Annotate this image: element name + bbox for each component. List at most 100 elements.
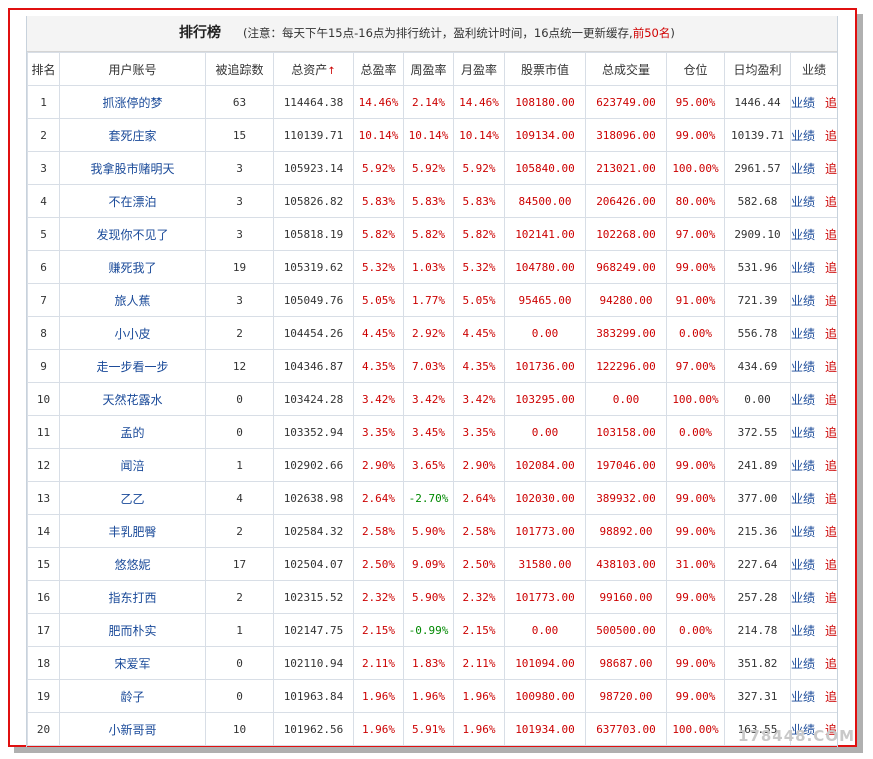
cell-user[interactable]: 小新哥哥: [59, 712, 206, 746]
cell-actions: 业绩追踪: [790, 415, 837, 449]
cell-actions: 业绩追踪: [790, 349, 837, 383]
cell-week-return: 5.92%: [403, 151, 454, 185]
track-link[interactable]: 追踪: [825, 162, 836, 176]
performance-link[interactable]: 业绩: [792, 360, 816, 374]
track-link[interactable]: 追踪: [825, 96, 836, 110]
performance-link[interactable]: 业绩: [792, 261, 816, 275]
cell-user[interactable]: 我拿股市赌明天: [59, 151, 206, 185]
track-link[interactable]: 追踪: [825, 327, 836, 341]
track-link[interactable]: 追踪: [825, 459, 836, 473]
track-link[interactable]: 追踪: [825, 492, 836, 506]
leaderboard-panel: 排行榜 (注意：每天下午15点-16点为排行统计，盈利统计时间，16点统一更新缓…: [26, 16, 838, 747]
cell-position: 97.00%: [666, 217, 725, 251]
track-link[interactable]: 追踪: [825, 360, 836, 374]
cell-followers: 0: [205, 646, 274, 680]
col-header-stock-value[interactable]: 股票市值: [504, 52, 586, 86]
sort-asc-icon: ↑: [327, 65, 336, 77]
cell-assets: 102584.32: [273, 514, 354, 548]
col-header-followers[interactable]: 被追踪数: [205, 52, 274, 86]
col-header-position[interactable]: 仓位: [666, 52, 725, 86]
performance-link[interactable]: 业绩: [792, 228, 816, 242]
track-link[interactable]: 追踪: [825, 393, 836, 407]
cell-user[interactable]: 赚死我了: [59, 250, 206, 284]
performance-link[interactable]: 业绩: [792, 129, 816, 143]
col-header-daily-profit[interactable]: 日均盈利: [724, 52, 791, 86]
track-link[interactable]: 追踪: [825, 558, 836, 572]
cell-assets: 102638.98: [273, 481, 354, 515]
cell-user[interactable]: 抓涨停的梦: [59, 85, 206, 119]
cell-position: 95.00%: [666, 85, 725, 119]
col-header-assets[interactable]: 总资产↑: [273, 52, 354, 86]
cell-total-return: 5.92%: [353, 151, 404, 185]
cell-daily-profit: 2961.57: [724, 151, 791, 185]
cell-user[interactable]: 孟的: [59, 415, 206, 449]
performance-link[interactable]: 业绩: [792, 624, 816, 638]
track-link[interactable]: 追踪: [825, 195, 836, 209]
cell-week-return: 5.90%: [403, 580, 454, 614]
cell-week-return: -2.70%: [403, 481, 454, 515]
col-header-total-return[interactable]: 总盈率: [353, 52, 404, 86]
track-link[interactable]: 追踪: [825, 591, 836, 605]
cell-user[interactable]: 龄子: [59, 679, 206, 713]
track-link[interactable]: 追踪: [825, 525, 836, 539]
cell-stock-value: 31580.00: [504, 547, 586, 581]
cell-week-return: 7.03%: [403, 349, 454, 383]
track-link[interactable]: 追踪: [825, 261, 836, 275]
col-header-week-return[interactable]: 周盈率: [403, 52, 454, 86]
cell-followers: 0: [205, 382, 274, 416]
cell-user[interactable]: 指东打西: [59, 580, 206, 614]
track-link[interactable]: 追踪: [825, 657, 836, 671]
col-header-month-return[interactable]: 月盈率: [453, 52, 505, 86]
performance-link[interactable]: 业绩: [792, 426, 816, 440]
cell-actions: 业绩追踪: [790, 151, 837, 185]
performance-link[interactable]: 业绩: [792, 492, 816, 506]
performance-link[interactable]: 业绩: [792, 591, 816, 605]
track-link[interactable]: 追踪: [825, 294, 836, 308]
cell-user[interactable]: 丰乳肥臀: [59, 514, 206, 548]
performance-link[interactable]: 业绩: [792, 195, 816, 209]
cell-daily-profit: 721.39: [724, 283, 791, 317]
performance-link[interactable]: 业绩: [792, 96, 816, 110]
performance-link[interactable]: 业绩: [792, 327, 816, 341]
cell-user[interactable]: 不在漂泊: [59, 184, 206, 218]
performance-link[interactable]: 业绩: [792, 459, 816, 473]
performance-link[interactable]: 业绩: [792, 558, 816, 572]
track-link[interactable]: 追踪: [825, 129, 836, 143]
cell-user[interactable]: 天然花露水: [59, 382, 206, 416]
performance-link[interactable]: 业绩: [792, 525, 816, 539]
cell-user[interactable]: 发现你不见了: [59, 217, 206, 251]
track-link[interactable]: 追踪: [825, 690, 836, 704]
cell-followers: 15: [205, 118, 274, 152]
col-header-user[interactable]: 用户账号: [59, 52, 206, 86]
cell-user[interactable]: 走一步看一步: [59, 349, 206, 383]
track-link[interactable]: 追踪: [825, 228, 836, 242]
performance-link[interactable]: 业绩: [792, 393, 816, 407]
cell-position: 80.00%: [666, 184, 725, 218]
track-link[interactable]: 追踪: [825, 624, 836, 638]
cell-user[interactable]: 宋爱军: [59, 646, 206, 680]
cell-total-return: 5.82%: [353, 217, 404, 251]
cell-total-return: 2.58%: [353, 514, 404, 548]
cell-daily-profit: 556.78: [724, 316, 791, 350]
cell-month-return: 1.96%: [453, 679, 505, 713]
performance-link[interactable]: 业绩: [792, 294, 816, 308]
cell-week-return: 5.90%: [403, 514, 454, 548]
cell-user[interactable]: 套死庄家: [59, 118, 206, 152]
col-header-volume[interactable]: 总成交量: [585, 52, 667, 86]
cell-volume: 389932.00: [585, 481, 667, 515]
performance-link[interactable]: 业绩: [792, 690, 816, 704]
cell-user[interactable]: 旅人蕉: [59, 283, 206, 317]
performance-link[interactable]: 业绩: [792, 162, 816, 176]
col-header-rank[interactable]: 排名: [27, 52, 60, 86]
cell-user[interactable]: 小小皮: [59, 316, 206, 350]
track-link[interactable]: 追踪: [825, 426, 836, 440]
cell-total-return: 2.90%: [353, 448, 404, 482]
cell-daily-profit: 215.36: [724, 514, 791, 548]
cell-position: 99.00%: [666, 448, 725, 482]
cell-user[interactable]: 肥而朴实: [59, 613, 206, 647]
cell-user[interactable]: 闻涪: [59, 448, 206, 482]
cell-actions: 业绩追踪: [790, 316, 837, 350]
cell-user[interactable]: 悠悠妮: [59, 547, 206, 581]
cell-user[interactable]: 乙乙: [59, 481, 206, 515]
performance-link[interactable]: 业绩: [792, 657, 816, 671]
